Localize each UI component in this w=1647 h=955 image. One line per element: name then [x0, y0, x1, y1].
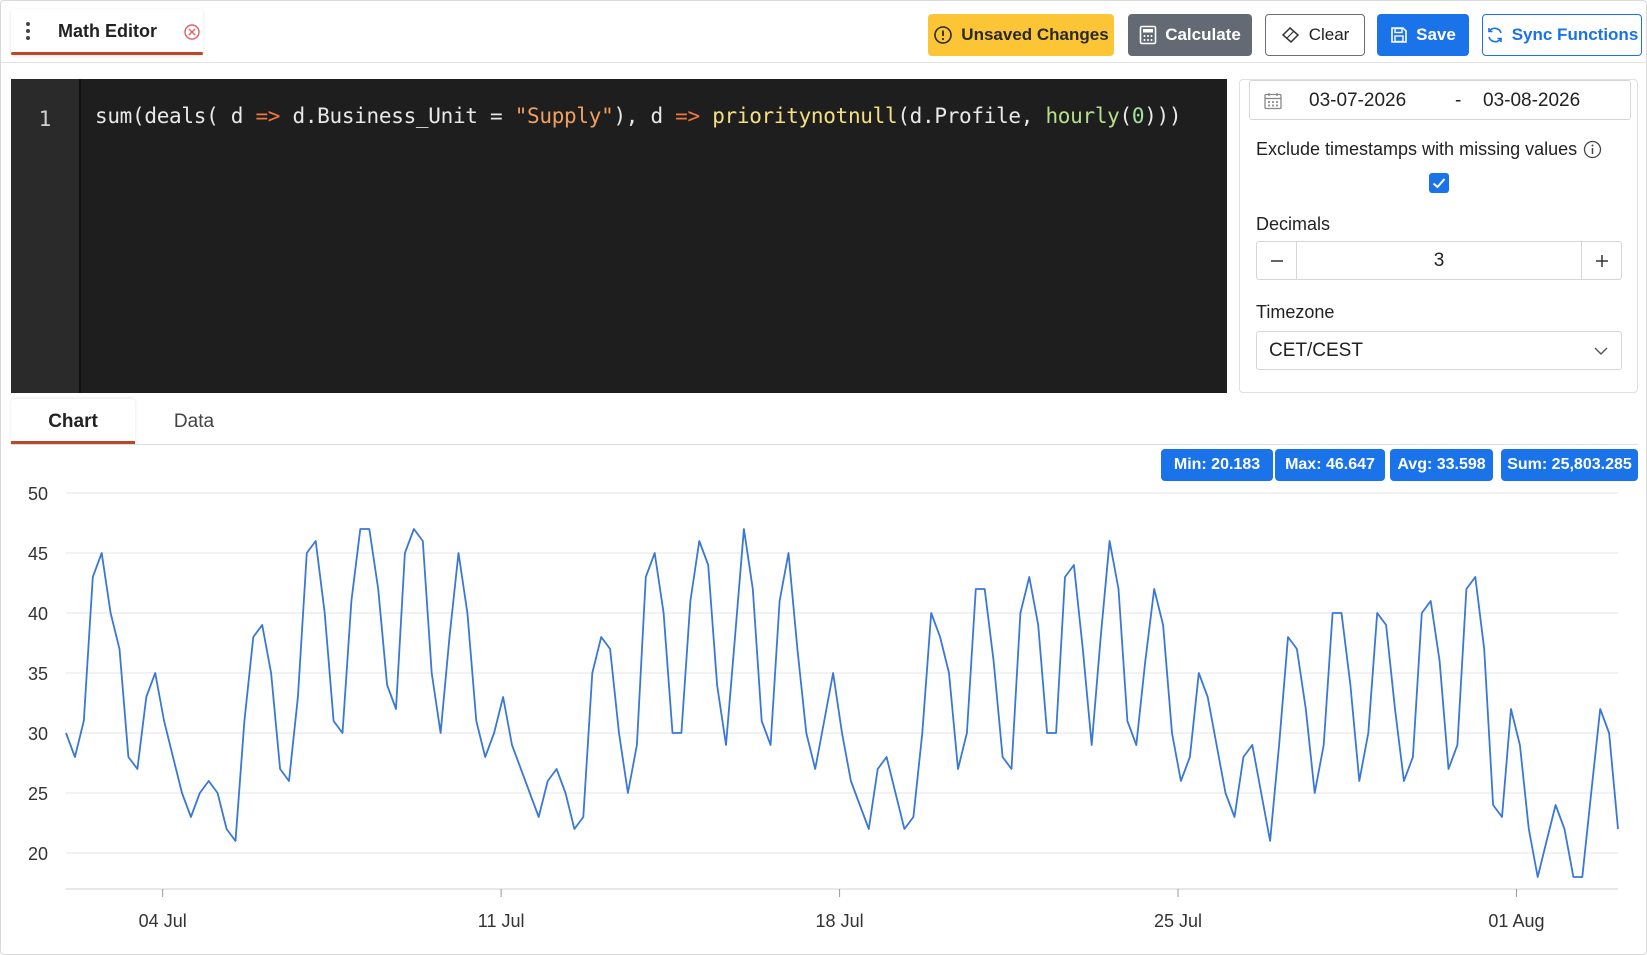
view-tabs: Chart Data — [11, 399, 1638, 445]
exclude-missing-label-row: Exclude timestamps with missing values — [1256, 139, 1602, 160]
exclude-missing-label: Exclude timestamps with missing values — [1256, 139, 1578, 159]
code-token: ), d — [613, 104, 676, 128]
calendar-icon — [1264, 93, 1282, 110]
code-token-string: "Supply" — [514, 104, 614, 128]
info-icon[interactable] — [1583, 140, 1602, 159]
code-editor[interactable]: 1 sum(deals( d => d.Business_Unit = "Sup… — [11, 79, 1227, 393]
y-tick-label: 25 — [28, 784, 48, 804]
close-tab-icon[interactable] — [183, 23, 201, 41]
x-tick-label: 11 Jul — [478, 911, 525, 931]
tab-chart[interactable]: Chart — [11, 399, 135, 444]
increment-button[interactable] — [1581, 242, 1621, 279]
settings-panel: 03-07-2026 - 03-08-2026 Exclude timestam… — [1239, 79, 1638, 393]
y-tick-label: 20 — [28, 844, 48, 864]
series-line — [65, 528, 1619, 878]
x-tick-label: 01 Aug — [1488, 911, 1544, 931]
clear-label: Clear — [1308, 25, 1350, 44]
code-token: ( — [1119, 104, 1133, 128]
x-tick-label: 18 Jul — [816, 911, 864, 931]
code-line[interactable]: sum(deals( d => d.Business_Unit = "Suppl… — [95, 104, 1182, 128]
code-token-arrow: => — [675, 104, 700, 128]
line-number: 1 — [38, 107, 52, 131]
floppy-disk-icon — [1391, 27, 1407, 43]
date-from-input[interactable]: 03-07-2026 — [1309, 90, 1406, 112]
decimals-stepper: 3 — [1256, 241, 1622, 280]
decimals-label: Decimals — [1256, 214, 1331, 234]
code-token: d.Business_Unit = — [280, 104, 515, 128]
code-token: (d.Profile, — [897, 104, 1046, 128]
y-tick-label: 50 — [28, 484, 48, 504]
app-window: Math Editor Unsaved Changes Calculate Cl… — [0, 0, 1647, 955]
timezone-value: CET/CEST — [1269, 340, 1363, 361]
sync-functions-label: Sync Functions — [1511, 25, 1639, 44]
calculate-button[interactable]: Calculate — [1128, 14, 1252, 56]
decrement-button[interactable] — [1257, 242, 1297, 279]
y-tick-label: 45 — [28, 544, 48, 564]
calculate-label: Calculate — [1165, 25, 1241, 44]
warning-circle-icon — [934, 26, 953, 44]
tab-data-label: Data — [173, 410, 215, 432]
x-tick-label: 04 Jul — [139, 911, 187, 931]
chart-svg: 20 25 30 35 40 45 50 04 Jul 11 Jul 18 Jul 25 Jul 01… — [28, 484, 1619, 931]
sync-functions-button[interactable]: Sync Functions — [1482, 14, 1642, 56]
tab-active-indicator — [11, 441, 135, 444]
document-tab-title: Math Editor — [58, 21, 157, 41]
unsaved-changes-label: Unsaved Changes — [961, 25, 1109, 44]
x-tick-label: 25 Jul — [1154, 911, 1202, 931]
checkmark-icon — [1432, 178, 1446, 189]
code-token-arrow: => — [255, 104, 281, 128]
save-label: Save — [1416, 25, 1456, 44]
exclude-missing-checkbox[interactable] — [1429, 173, 1449, 193]
code-token: ))) — [1144, 104, 1182, 128]
plus-icon — [1595, 254, 1608, 267]
date-to-input[interactable]: 03-08-2026 — [1483, 90, 1580, 112]
line-chart: 20 25 30 35 40 45 50 04 Jul 11 Jul 18 Jul 25 Jul 01… — [1, 471, 1647, 941]
y-tick-label: 40 — [28, 604, 48, 624]
timezone-label: Timezone — [1256, 302, 1335, 322]
kebab-menu-icon[interactable] — [25, 22, 31, 40]
tab-active-indicator — [11, 52, 203, 55]
tab-data[interactable]: Data — [139, 399, 249, 444]
code-token: sum(deals( d — [95, 104, 256, 128]
timezone-select[interactable]: CET/CEST — [1256, 331, 1622, 370]
clear-button[interactable]: Clear — [1265, 14, 1365, 56]
chevron-down-icon — [1594, 347, 1608, 355]
calculator-icon — [1139, 25, 1157, 45]
eraser-icon — [1281, 26, 1299, 44]
y-tick-label: 30 — [28, 724, 48, 744]
decimals-input[interactable]: 3 — [1297, 250, 1581, 272]
unsaved-changes-button[interactable]: Unsaved Changes — [928, 14, 1114, 56]
code-token-function: hourly — [1045, 104, 1120, 128]
save-button[interactable]: Save — [1377, 14, 1469, 56]
code-token-number: 0 — [1131, 104, 1145, 128]
top-bar: Math Editor Unsaved Changes Calculate Cl… — [1, 1, 1647, 63]
date-separator: - — [1455, 90, 1462, 111]
y-tick-label: 35 — [28, 664, 48, 684]
minus-icon — [1270, 259, 1283, 262]
line-gutter: 1 — [11, 79, 81, 393]
code-token-function: prioritynotnull — [712, 104, 898, 128]
sync-icon — [1487, 27, 1502, 43]
document-tab[interactable]: Math Editor — [11, 9, 203, 55]
date-range-picker[interactable]: 03-07-2026 - 03-08-2026 — [1249, 80, 1631, 120]
tab-chart-label: Chart — [48, 410, 98, 432]
